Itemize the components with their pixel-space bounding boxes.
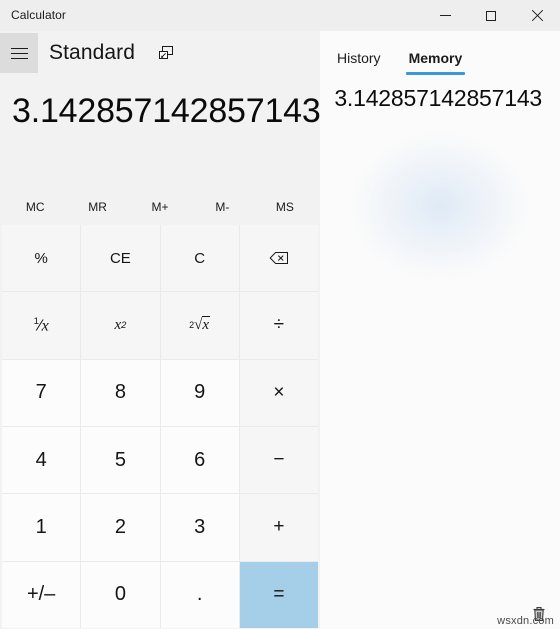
one-button[interactable]: 1 — [2, 494, 81, 561]
calculator-pane: Standard 3.142857142857143 MC MR M+ M- M… — [0, 31, 321, 629]
calculator-mode-title: Standard — [49, 41, 136, 64]
percent-button[interactable]: % — [2, 225, 81, 292]
decimal-point-button[interactable]: . — [160, 561, 239, 628]
display-value: 3.142857142857143 — [12, 91, 321, 130]
zero-button[interactable]: 0 — [81, 561, 160, 628]
watermark-text: wsxdn.com — [497, 615, 554, 627]
backspace-icon — [269, 252, 288, 265]
seven-button[interactable]: 7 — [2, 359, 81, 426]
maximize-button[interactable] — [468, 0, 514, 31]
subtract-button[interactable]: − — [239, 427, 318, 494]
memory-add-button[interactable]: M+ — [129, 191, 191, 223]
panel-tabs: History Memory — [320, 31, 560, 75]
hamburger-menu-icon[interactable] — [0, 33, 38, 73]
equals-button[interactable]: = — [239, 561, 318, 628]
tab-history[interactable]: History — [334, 50, 384, 75]
square-button[interactable]: x2 — [81, 292, 160, 359]
two-button[interactable]: 2 — [81, 494, 160, 561]
calculator-window: Calculator Standard 3.142857142857143 MC… — [0, 0, 560, 629]
multiply-button[interactable]: × — [239, 359, 318, 426]
close-button[interactable] — [514, 0, 560, 31]
minimize-button[interactable] — [422, 0, 468, 31]
window-title: Calculator — [11, 8, 67, 22]
add-button[interactable]: + — [239, 494, 318, 561]
close-icon — [531, 10, 543, 22]
negate-button[interactable]: +/– — [2, 561, 81, 628]
eight-button[interactable]: 8 — [81, 359, 160, 426]
square-root-button[interactable]: 2 √x — [160, 292, 239, 359]
clear-entry-button[interactable]: CE — [81, 225, 160, 292]
memory-clear-button[interactable]: MC — [4, 191, 66, 223]
memory-store-button[interactable]: MS — [254, 191, 316, 223]
five-button[interactable]: 5 — [81, 427, 160, 494]
keep-on-top-icon[interactable] — [153, 40, 179, 66]
side-panel: History Memory 3.142857142857143 wsxdn.c… — [320, 31, 560, 629]
nine-button[interactable]: 9 — [160, 359, 239, 426]
three-button[interactable]: 3 — [160, 494, 239, 561]
title-bar: Calculator — [0, 0, 560, 31]
memory-recall-button[interactable]: MR — [66, 191, 128, 223]
memory-list-item[interactable]: 3.142857142857143 — [332, 83, 544, 116]
reciprocal-button[interactable]: 1⁄x — [2, 292, 81, 359]
minimize-icon — [439, 15, 451, 16]
memory-button-row: MC MR M+ M- MS — [0, 189, 320, 225]
caption-buttons — [422, 0, 560, 31]
memory-subtract-button[interactable]: M- — [191, 191, 253, 223]
app-header: Standard — [0, 31, 320, 75]
memory-list: 3.142857142857143 — [320, 75, 560, 589]
tab-memory[interactable]: Memory — [405, 50, 466, 75]
keypad: % CE C 1⁄x x2 2 √x ÷ 7 8 9 × 4 5 6 − 1 2… — [2, 225, 318, 628]
backspace-button[interactable] — [239, 225, 318, 292]
six-button[interactable]: 6 — [160, 427, 239, 494]
window-body: Standard 3.142857142857143 MC MR M+ M- M… — [0, 31, 560, 629]
panel-footer: wsxdn.com — [320, 589, 560, 629]
maximize-icon — [486, 10, 496, 21]
four-button[interactable]: 4 — [2, 427, 81, 494]
divide-button[interactable]: ÷ — [239, 292, 318, 359]
clear-button[interactable]: C — [160, 225, 239, 292]
display-area: 3.142857142857143 — [0, 75, 321, 147]
